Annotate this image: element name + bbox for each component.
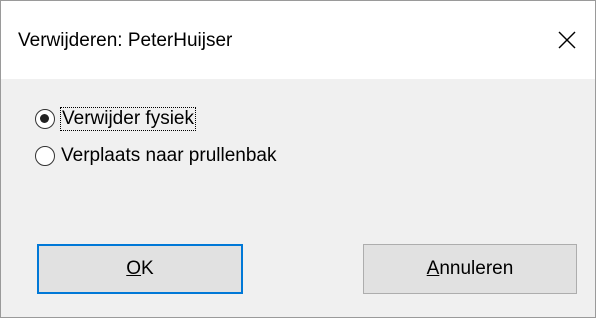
radio-button-unchecked[interactable] [35,146,55,166]
radio-label-move-to-trash: Verplaats naar prullenbak [61,145,277,166]
close-button[interactable] [539,1,595,79]
radio-label-delete-physical: Verwijder fysiek [60,107,196,131]
dialog-title: Verwijderen: PeterHuijser [18,30,233,51]
cancel-button-label: Annuleren [426,258,514,279]
title-bar: Verwijderen: PeterHuijser [1,1,595,79]
ok-button-label: OK [126,258,154,279]
radio-move-to-trash[interactable]: Verplaats naar prullenbak [35,145,276,167]
ok-button[interactable]: OK [37,244,243,294]
cancel-button[interactable]: Annuleren [363,244,577,294]
close-icon [558,31,576,49]
radio-button-checked[interactable] [35,109,55,129]
radio-delete-physical[interactable]: Verwijder fysiek [35,107,196,131]
delete-dialog: Verwijderen: PeterHuijser Verwijder fysi… [0,0,596,318]
